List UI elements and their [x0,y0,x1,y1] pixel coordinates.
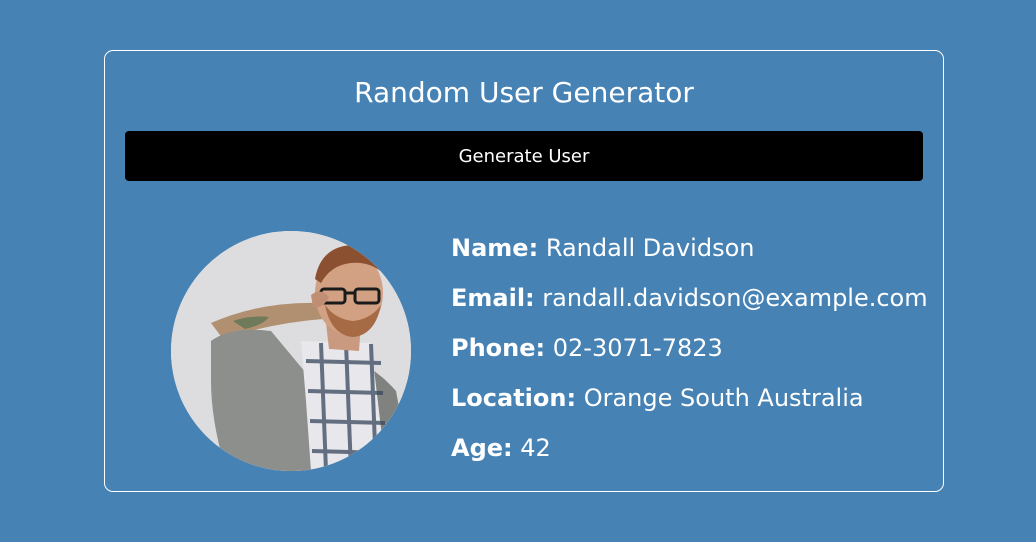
user-details: Name: Randall Davidson Email: randall.da… [451,233,928,483]
user-photo-icon [171,231,411,471]
detail-label: Location: [451,384,577,412]
detail-phone: Phone: 02-3071-7823 [451,333,928,363]
detail-value: randall.davidson@example.com [542,284,928,312]
detail-label: Age: [451,434,513,462]
detail-label: Phone: [451,334,546,362]
detail-value: 02-3071-7823 [552,334,723,362]
detail-age: Age: 42 [451,433,928,463]
detail-label: Name: [451,234,539,262]
avatar [171,231,411,471]
detail-value: Orange South Australia [583,384,864,412]
detail-name: Name: Randall Davidson [451,233,928,263]
detail-location: Location: Orange South Australia [451,383,928,413]
generate-user-button[interactable]: Generate User [125,131,923,181]
user-card: Random User Generator Generate User Name… [104,50,944,492]
detail-label: Email: [451,284,535,312]
detail-email: Email: randall.davidson@example.com [451,283,928,313]
page-title: Random User Generator [354,76,694,109]
detail-value: Randall Davidson [545,234,755,262]
detail-value: 42 [520,434,551,462]
